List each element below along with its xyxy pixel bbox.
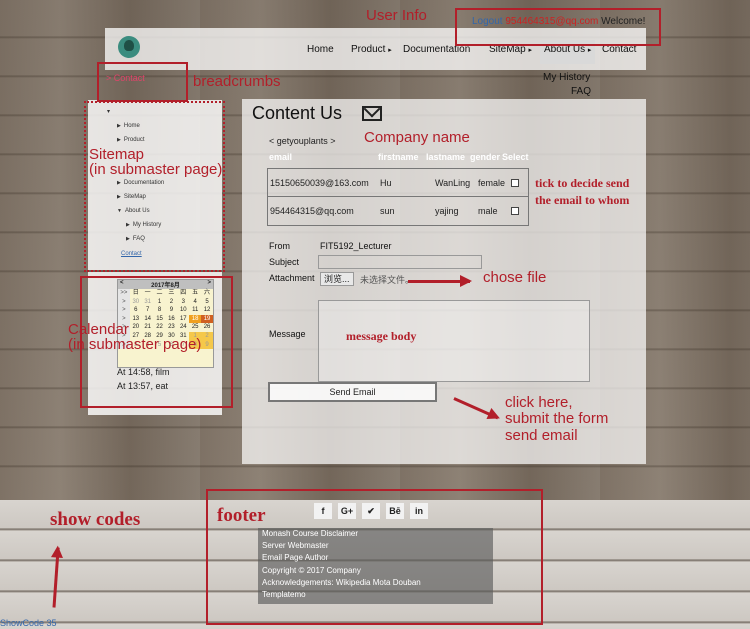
annotation-calendar-sub: (in submaster page) [68,336,202,353]
nav-product[interactable]: Product ▸ [351,44,392,55]
mail-icon [362,106,382,121]
annotation-show-codes: show codes [50,509,141,530]
annotation-breadcrumbs: breadcrumbs [193,73,281,90]
from-label: From [269,241,290,251]
cell-gender: male [478,205,498,216]
table-row: 954464315@qq.com sun yajing male [268,197,528,224]
table-row: 15150650039@163.com Hu WanLing female [268,169,528,197]
cell-gender: female [478,177,506,188]
show-code-link[interactable]: ShowCode 35 [0,618,57,628]
footer-acknowledgements[interactable]: Acknowledgements: Wikipedia Mota Douban [258,577,493,589]
dropdown-faq[interactable]: FAQ [571,86,591,97]
caret-right-icon: ▸ [528,47,532,54]
subject-label: Subject [269,257,300,267]
annotation-box-sitemap [84,101,225,272]
select-checkbox[interactable] [511,206,519,215]
attachment-label: Attachment [269,273,315,283]
file-status: 未选择文件。 [360,275,415,285]
behance-icon[interactable]: Bē [386,503,404,519]
column-header-email: email [269,152,293,162]
facebook-icon[interactable]: f [314,503,332,519]
cell-lastname: yajing [435,205,459,216]
message-label: Message [269,329,306,339]
annotation-user-info: User Info [366,7,427,24]
footer-copyright: Copyright © 2017 Company [262,565,361,575]
annotation-box-breadcrumbs [97,62,188,102]
from-value: FIT5192_Lecturer [320,241,392,251]
cell-firstname: Hu [380,177,392,188]
footer: Monash Course Disclaimer Server Webmaste… [258,528,493,604]
select-checkbox[interactable] [511,178,519,187]
column-header-firstname: firstname [378,152,419,162]
annotation-click-2: submit the form [505,410,609,427]
annotation-company-name: Company name [364,129,470,146]
footer-templatemo[interactable]: Templatemo [258,589,493,601]
annotation-arrow-file [408,275,472,287]
recipient-table: 15150650039@163.com Hu WanLing female 95… [267,168,529,226]
annotation-footer: footer [217,505,266,526]
footer-webmaster[interactable]: Server Webmaster [258,540,493,552]
subject-input[interactable] [318,255,482,269]
annotation-tick: tick to decide send [535,176,630,190]
cell-firstname: sun [380,205,395,216]
cell-email: 954464315@qq.com [270,205,354,216]
twitter-icon[interactable]: ✔ [362,503,380,519]
dropdown-my-history[interactable]: My History [543,72,590,83]
column-header-gender: gender [470,152,501,162]
nav-product-label[interactable]: Product [351,44,385,55]
send-email-button[interactable]: Send Email [268,382,437,402]
cell-lastname: WanLing [435,177,471,188]
footer-disclaimer[interactable]: Monash Course Disclaimer [258,528,493,540]
footer-email-author[interactable]: Email Page Author [258,552,493,564]
annotation-message-body: message body [346,329,417,343]
cell-email: 15150650039@163.com [270,177,369,188]
annotation-chose-file: chose file [483,269,547,286]
annotation-click-3: send email [505,427,578,444]
caret-right-icon: ▸ [388,47,392,54]
browse-file-button[interactable]: 浏览... [320,272,354,286]
nav-home[interactable]: Home [307,44,334,55]
caret-right-icon: ▸ [587,47,592,54]
annotation-box-user-info [455,8,661,46]
column-header-select: Select [502,152,529,162]
page-title: Content Us [252,103,343,123]
linkedin-icon[interactable]: in [410,503,428,519]
company-name: < getyouplants > [269,136,336,146]
plant-logo-icon[interactable] [118,36,140,58]
column-header-lastname: lastname [426,152,466,162]
annotation-sitemap-sub: (in submaster page) [89,161,223,178]
annotation-tick-2: the email to whom [535,193,630,207]
annotation-click-1: click here, [505,394,573,411]
google-plus-icon[interactable]: G+ [338,503,356,519]
